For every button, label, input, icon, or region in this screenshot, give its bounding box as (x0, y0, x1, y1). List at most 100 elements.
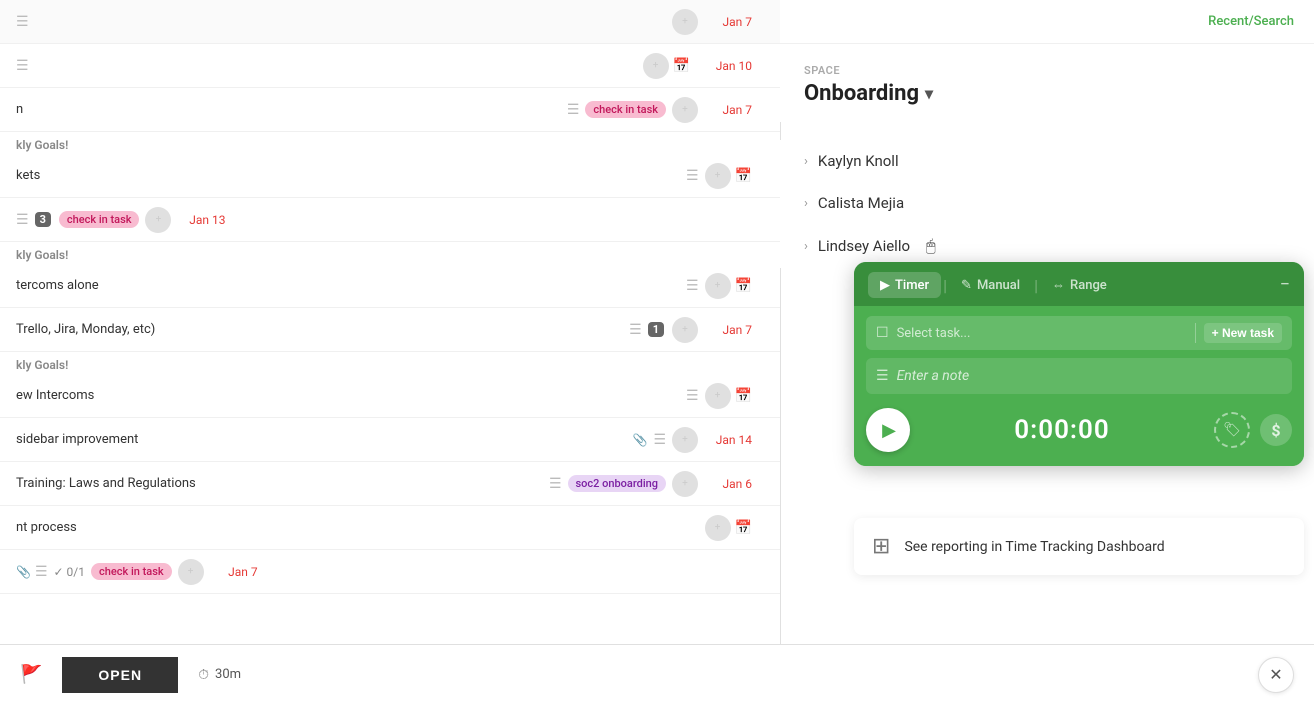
person-row[interactable]: › Kaylyn Knoll (780, 140, 1314, 182)
task-badge: 1 (648, 322, 664, 337)
avatar[interactable]: + (705, 273, 731, 299)
space-caret-icon[interactable]: ▾ (925, 84, 933, 103)
task-tag: check in task (59, 211, 140, 228)
table-row[interactable]: kets ☰ + 📅 (0, 154, 780, 198)
person-row[interactable]: › Calista Mejia (780, 182, 1314, 224)
task-name: ew Intercoms (16, 388, 686, 403)
section-label: kly Goals! (0, 352, 780, 374)
expand-icon: › (804, 154, 808, 169)
range-icon: ⇔ (1052, 277, 1065, 293)
avatar[interactable]: + (705, 383, 731, 409)
play-icon: ▶ (882, 420, 896, 441)
recent-search-link[interactable]: Recent/Search (1208, 14, 1294, 29)
table-row[interactable]: ew Intercoms ☰ + 📅 (0, 374, 780, 418)
expand-icon: › (804, 196, 808, 211)
drag-handle-icon: ☰ (35, 564, 48, 580)
table-row[interactable]: ☰ 3 check in task + Jan 13 (0, 198, 780, 242)
timer-right-icons: 🏷 $ (1214, 412, 1292, 448)
drag-handle-icon: ☰ (686, 168, 699, 184)
minimize-button[interactable]: − (1280, 276, 1290, 294)
task-tag: check in task (585, 101, 666, 118)
play-button[interactable]: ▶ (866, 408, 910, 452)
table-row[interactable]: nt process + 📅 (0, 506, 780, 550)
task-badge: 3 (35, 212, 51, 227)
task-select-row[interactable]: ☐ Select task... + New task (866, 316, 1292, 350)
task-date: Jan 7 (208, 565, 258, 579)
table-row[interactable]: ☰ + Jan 7 (0, 0, 780, 44)
reporting-link[interactable]: See reporting in Time Tracking Dashboard (904, 539, 1164, 555)
table-row[interactable]: Trello, Jira, Monday, etc) ☰ 1 + Jan 7 (0, 308, 780, 352)
separator (1195, 323, 1196, 343)
space-section: SPACE Onboarding ▾ (780, 44, 1314, 122)
timer-widget: ▶ Timer | ✎ Manual | ⇔ Range − ☐ Select … (854, 262, 1304, 466)
avatar[interactable]: + (672, 427, 698, 453)
drag-handle-icon: ☰ (16, 212, 29, 228)
avatar[interactable]: + (672, 471, 698, 497)
tag-button[interactable]: 🏷 (1214, 412, 1250, 448)
table-row[interactable]: sidebar improvement 📎 ☰ + Jan 14 (0, 418, 780, 462)
checkbox-icon: ☐ (876, 325, 889, 341)
avatar[interactable]: + (705, 515, 731, 541)
task-date: Jan 13 (175, 213, 225, 227)
calendar-icon: 📅 (673, 58, 690, 74)
new-task-button[interactable]: + New task (1204, 323, 1282, 343)
drag-handle-icon: ☰ (567, 102, 580, 118)
person-name: Lindsey Aiello (818, 237, 910, 255)
time-estimate: ⏱ 30m (178, 667, 261, 683)
task-name: sidebar improvement (16, 432, 632, 447)
table-row[interactable]: ☰ + 📅 Jan 10 (0, 44, 780, 88)
calendar-icon: 📅 (735, 388, 752, 404)
section-label: kly Goals! (0, 132, 780, 154)
drag-handle-icon: ☰ (653, 432, 666, 448)
person-name: Kaylyn Knoll (818, 152, 899, 170)
cursor-indicator: 🖱 (926, 236, 936, 256)
drag-handle-icon: ☰ (686, 278, 699, 294)
timer-controls: ▶ 0:00:00 🏷 $ (866, 404, 1292, 456)
calendar-icon: 📅 (735, 278, 752, 294)
avatar[interactable]: + (705, 163, 731, 189)
person-name: Calista Mejia (818, 194, 904, 212)
paperclip-icon: 📎 (632, 433, 647, 447)
tab-separator: | (1032, 276, 1040, 295)
task-name: nt process (16, 520, 705, 535)
tag-icon: 🏷 (1223, 422, 1241, 438)
tab-range[interactable]: ⇔ Range (1040, 272, 1119, 298)
paperclip-icon: 📎 (16, 565, 31, 579)
table-row[interactable]: 📎 ☰ ✓ 0/1 check in task + Jan 7 (0, 550, 780, 594)
avatar[interactable]: + (643, 53, 669, 79)
tab-manual[interactable]: ✎ Manual (949, 272, 1032, 298)
timer-body: ☐ Select task... + New task ☰ Enter a no… (854, 306, 1304, 466)
drag-handle-icon: ☰ (16, 14, 29, 30)
reporting-section[interactable]: ⊞ See reporting in Time Tracking Dashboa… (854, 518, 1304, 575)
timer-tabs: ▶ Timer | ✎ Manual | ⇔ Range (868, 272, 1119, 298)
time-value: 30m (215, 667, 241, 682)
table-row[interactable]: n ☰ check in task + Jan 7 (0, 88, 780, 132)
drag-handle-icon: ☰ (16, 58, 29, 74)
space-label: SPACE (804, 64, 1290, 77)
timer-play-icon: ▶ (880, 278, 890, 293)
tab-timer[interactable]: ▶ Timer (868, 272, 941, 298)
recent-search-bar: Recent/Search (780, 0, 1314, 44)
close-button[interactable]: ✕ (1258, 657, 1294, 693)
avatar[interactable]: + (145, 207, 171, 233)
table-row[interactable]: tercoms alone ☰ + 📅 (0, 264, 780, 308)
expand-icon: › (804, 239, 808, 254)
task-date: Jan 14 (702, 433, 752, 447)
avatar[interactable]: + (672, 97, 698, 123)
open-button[interactable]: OPEN (62, 657, 178, 693)
avatar[interactable]: + (672, 9, 698, 35)
calendar-icon: 📅 (735, 168, 752, 184)
task-date: Jan 10 (702, 59, 752, 73)
billable-button[interactable]: $ (1260, 414, 1292, 446)
task-tag: soc2 onboarding (568, 475, 667, 492)
note-icon: ☰ (876, 368, 889, 384)
avatar[interactable]: + (672, 317, 698, 343)
drag-handle-icon: ☰ (629, 322, 642, 338)
table-row[interactable]: Training: Laws and Regulations ☰ soc2 on… (0, 462, 780, 506)
note-row[interactable]: ☰ Enter a note (866, 358, 1292, 394)
manual-edit-icon: ✎ (961, 278, 972, 293)
avatar[interactable]: + (178, 559, 204, 585)
bottom-bar: 🚩 OPEN ⏱ 30m ✕ (0, 644, 1314, 704)
task-tag: check in task (91, 563, 172, 580)
person-list: › Kaylyn Knoll › Calista Mejia › Lindsey… (780, 140, 1314, 268)
